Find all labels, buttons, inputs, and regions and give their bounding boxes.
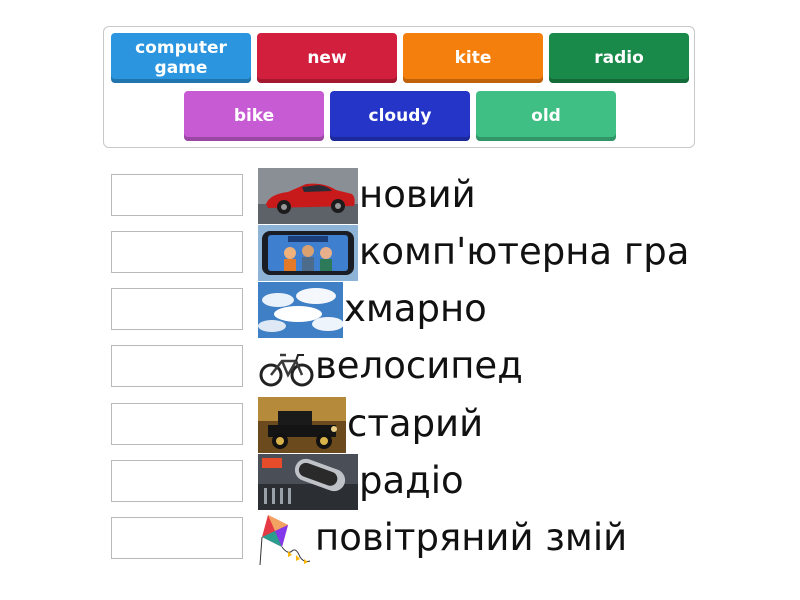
drop-zone[interactable] (111, 517, 243, 559)
drop-zone[interactable] (111, 231, 243, 273)
row-label: велосипед (315, 344, 523, 387)
drop-zone[interactable] (111, 403, 243, 445)
row-label: радіо (359, 459, 464, 502)
kite-image (258, 511, 315, 567)
tile-kite[interactable]: kite (403, 33, 543, 83)
tile-cloudy[interactable]: cloudy (330, 91, 470, 141)
match-row: новий (0, 168, 800, 224)
match-row: хмарно (0, 282, 800, 338)
tile-old[interactable]: old (476, 91, 616, 141)
match-row: старий (0, 397, 800, 453)
bicycle-image (258, 339, 315, 395)
drop-zone[interactable] (111, 345, 243, 387)
tile-new[interactable]: new (257, 33, 397, 83)
radio-microphone-image (258, 454, 358, 510)
match-row: радіо (0, 454, 800, 510)
old-car-image (258, 397, 346, 453)
fortnite-game-image (258, 225, 358, 281)
drop-zone[interactable] (111, 460, 243, 502)
row-label: хмарно (344, 287, 487, 330)
row-label: старий (347, 402, 484, 445)
row-label: новий (359, 173, 476, 216)
row-label: повітряний змій (315, 516, 628, 559)
tile-computer-game[interactable]: computer game (111, 33, 251, 83)
row-label: комп'ютерна гра (359, 230, 690, 273)
cloudy-sky-image (258, 282, 343, 338)
drop-zone[interactable] (111, 174, 243, 216)
match-row: велосипед (0, 339, 800, 395)
match-row: повітряний змій (0, 511, 800, 567)
word-bank: computer game new kite radio bike cloudy… (103, 26, 695, 148)
drop-zone[interactable] (111, 288, 243, 330)
tile-radio[interactable]: radio (549, 33, 689, 83)
red-sports-car-image (258, 168, 358, 224)
match-row: комп'ютерна гра (0, 225, 800, 281)
tile-bike[interactable]: bike (184, 91, 324, 141)
